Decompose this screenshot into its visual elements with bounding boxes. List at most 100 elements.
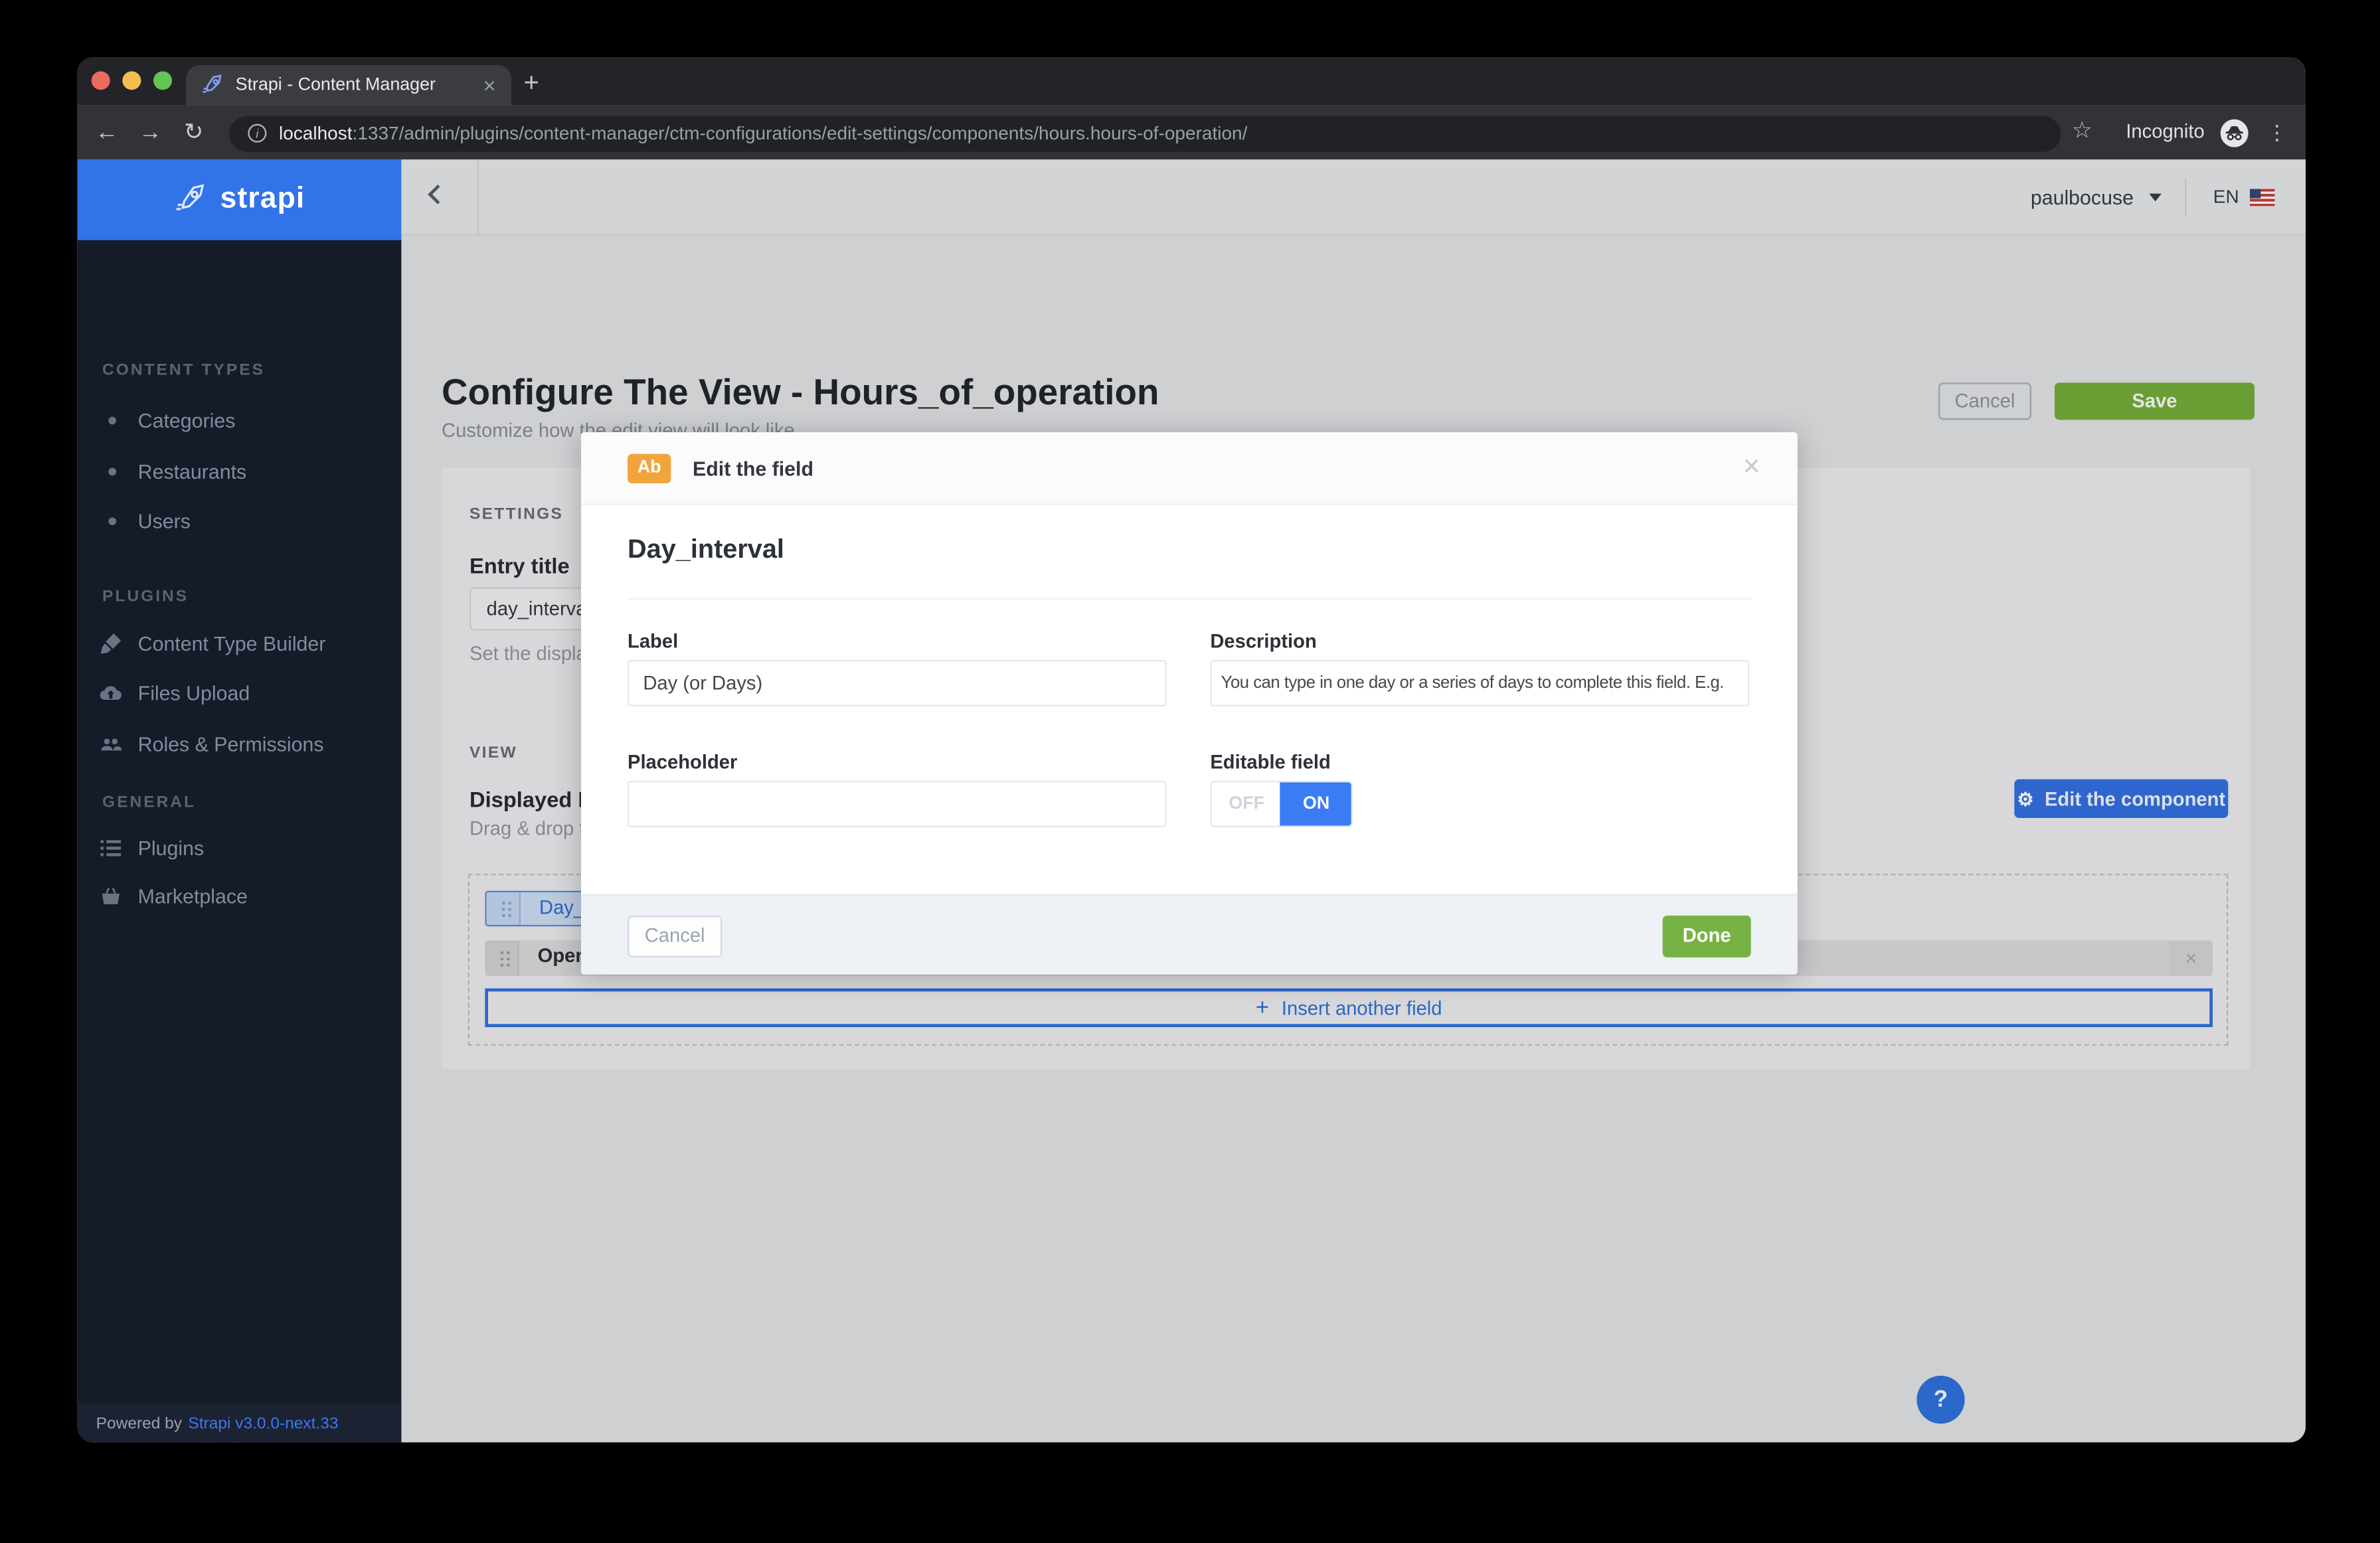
zoom-window-button[interactable] <box>153 71 172 90</box>
sidebar-item-label: Marketplace <box>138 884 248 907</box>
sidebar-item-roles-permissions[interactable]: Roles & Permissions <box>78 724 402 764</box>
toggle-off-option[interactable]: OFF <box>1212 782 1282 825</box>
description-input[interactable]: You can type in one day or a series of d… <box>1210 660 1749 706</box>
powered-by-label: Powered by <box>96 1414 182 1432</box>
strapi-logo[interactable]: strapi <box>78 159 402 240</box>
plus-icon: + <box>1256 995 1269 1021</box>
divider <box>2185 178 2186 216</box>
url-text: localhost:1337/admin/plugins/content-man… <box>279 122 1247 144</box>
back-icon[interactable]: ← <box>88 106 126 160</box>
sidebar-item-content-type-builder[interactable]: Content Type Builder <box>78 623 402 663</box>
browser-menu-icon[interactable]: ⋮ <box>2267 106 2287 160</box>
placeholder-field-label: Placeholder <box>628 752 737 773</box>
us-flag-icon[interactable] <box>2250 189 2274 206</box>
sidebar-item-label: Categories <box>138 408 236 432</box>
incognito-label: Incognito <box>2126 106 2204 160</box>
bookmark-star-icon[interactable]: ☆ <box>2072 106 2092 160</box>
drag-handle-icon[interactable] <box>485 940 519 976</box>
paintbrush-icon <box>99 631 122 655</box>
help-fab-button[interactable]: ? <box>1916 1376 1964 1423</box>
list-icon <box>99 836 122 859</box>
drag-handle-icon[interactable] <box>487 892 521 925</box>
cancel-button[interactable]: Cancel <box>1938 382 2031 420</box>
strapi-app: strapi CONTENT TYPES Categories Restaura… <box>78 159 2306 1442</box>
bullet-icon <box>108 467 116 475</box>
entry-title-hint: Set the display <box>469 643 596 665</box>
save-button[interactable]: Save <box>2055 382 2254 420</box>
sidebar: strapi CONTENT TYPES Categories Restaura… <box>78 159 402 1442</box>
section-general: GENERAL <box>102 793 196 812</box>
modal-footer: Cancel Done <box>581 894 1798 974</box>
label-input[interactable]: Day (or Days) <box>628 660 1167 706</box>
text-field-type-badge: Ab <box>628 454 671 483</box>
settings-section-label: SETTINGS <box>469 505 563 524</box>
label-field-label: Label <box>628 631 678 653</box>
sidebar-item-label: Roles & Permissions <box>138 732 324 755</box>
sidebar-item-label: Users <box>138 509 191 532</box>
user-menu[interactable]: paulbocuse <box>2031 159 2134 235</box>
locale-label[interactable]: EN <box>2213 159 2239 235</box>
remove-field-icon[interactable]: × <box>2169 940 2213 976</box>
sidebar-footer: Powered by Strapi v3.0.0-next.33 <box>78 1404 402 1442</box>
browser-tab[interactable]: Strapi - Content Manager × <box>186 65 511 106</box>
address-bar[interactable]: i localhost:1337/admin/plugins/content-m… <box>229 116 2061 151</box>
close-icon[interactable]: × <box>1743 432 1760 505</box>
view-section-label: VIEW <box>469 744 517 762</box>
modal-title: Edit the field <box>693 432 813 505</box>
logo-text: strapi <box>220 183 305 216</box>
editable-toggle[interactable]: OFF ON <box>1210 781 1353 827</box>
browser-toolbar: ← → ↻ i localhost:1337/admin/plugins/con… <box>78 106 2306 160</box>
modal-cancel-button[interactable]: Cancel <box>628 916 722 957</box>
screen: Strapi - Content Manager × + ← → ↻ i loc… <box>0 0 2380 1543</box>
edit-component-label: Edit the component <box>2045 787 2225 809</box>
sidebar-item-files-upload[interactable]: Files Upload <box>78 673 402 713</box>
chevron-down-icon[interactable] <box>2149 194 2162 202</box>
section-plugins: PLUGINS <box>102 587 189 606</box>
sidebar-item-restaurants[interactable]: Restaurants <box>78 451 402 491</box>
close-window-button[interactable] <box>92 71 110 90</box>
rocket-icon <box>174 183 208 216</box>
minimize-window-button[interactable] <box>122 71 141 90</box>
sidebar-item-label: Restaurants <box>138 459 247 483</box>
insert-another-field-button[interactable]: + Insert another field <box>485 989 2213 1027</box>
placeholder-input[interactable] <box>628 781 1167 827</box>
entry-title-label: Entry title <box>469 553 570 578</box>
cloud-upload-icon <box>99 681 122 704</box>
site-info-icon[interactable]: i <box>248 124 266 143</box>
modal-done-button[interactable]: Done <box>1663 916 1751 957</box>
url-host: localhost <box>279 122 353 144</box>
forward-icon[interactable]: → <box>131 106 169 160</box>
strapi-version-link[interactable]: Strapi v3.0.0-next.33 <box>188 1414 338 1432</box>
insert-another-field-label: Insert another field <box>1282 997 1442 1018</box>
new-tab-button[interactable]: + <box>524 64 539 104</box>
sidebar-item-label: Content Type Builder <box>138 631 326 655</box>
sidebar-item-categories[interactable]: Categories <box>78 400 402 440</box>
modal-header: Ab Edit the field × <box>581 432 1798 505</box>
gear-icon: ⚙ <box>2017 787 2033 809</box>
browser-tab-bar: Strapi - Content Manager × + <box>78 57 2306 105</box>
toggle-on-option[interactable]: ON <box>1280 781 1353 827</box>
field-name-heading: Day_interval <box>628 534 784 566</box>
sidebar-item-plugins[interactable]: Plugins <box>78 827 402 868</box>
edit-field-modal: Ab Edit the field × Day_interval Label D… <box>581 432 1798 975</box>
incognito-icon <box>2221 118 2249 146</box>
sidebar-item-label: Plugins <box>138 836 204 859</box>
users-icon <box>99 732 122 755</box>
divider <box>628 598 1751 600</box>
basket-icon <box>99 884 122 907</box>
bullet-icon <box>108 416 116 424</box>
app-top-bar: paulbocuse EN <box>401 159 2306 235</box>
sidebar-item-marketplace[interactable]: Marketplace <box>78 875 402 916</box>
editable-field-label: Editable field <box>1210 752 1331 773</box>
sidebar-item-users[interactable]: Users <box>78 501 402 541</box>
description-field-label: Description <box>1210 631 1316 653</box>
back-chevron-icon[interactable] <box>428 185 448 204</box>
reload-icon[interactable]: ↻ <box>175 106 212 160</box>
section-content-types: CONTENT TYPES <box>102 361 265 380</box>
edit-component-button[interactable]: ⚙ Edit the component <box>2014 779 2228 818</box>
page-title: Configure The View - Hours_of_operation <box>442 372 1159 414</box>
url-path: :1337/admin/plugins/content-manager/ctm-… <box>353 122 1248 144</box>
tab-title: Strapi - Content Manager <box>236 76 483 94</box>
browser-window: Strapi - Content Manager × + ← → ↻ i loc… <box>78 57 2306 1442</box>
tab-close-icon[interactable]: × <box>483 73 496 98</box>
